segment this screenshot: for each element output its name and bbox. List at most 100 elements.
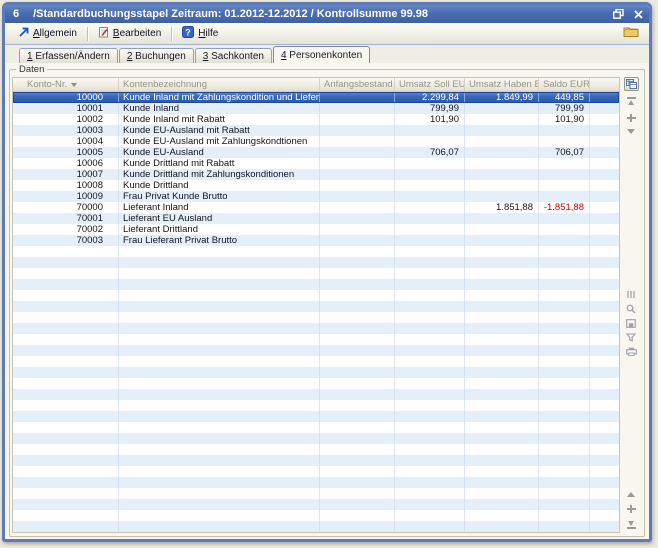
table-row[interactable]: 70000Lieferant Inland1.851,88-1.851,88 xyxy=(13,202,619,213)
column-header-saldo[interactable]: Saldo EUR xyxy=(539,78,590,91)
cell-soll xyxy=(395,312,465,323)
hilfe-label: Hilfe xyxy=(198,28,218,39)
table-row-empty xyxy=(13,389,619,400)
cell-anfangsbestand xyxy=(320,290,395,301)
cell-filler xyxy=(590,257,619,268)
column-header-anfangsbestand[interactable]: Anfangsbestand EUR xyxy=(320,78,395,91)
filter-icon[interactable] xyxy=(71,83,77,87)
cell-bezeichnung: Kunde Inland mit Zahlungskondition und L… xyxy=(119,92,320,103)
table-row[interactable]: 70002Lieferant Drittland xyxy=(13,224,619,235)
cell-soll xyxy=(395,356,465,367)
column-header-bezeichnung[interactable]: Kontenbezeichnung xyxy=(119,78,320,91)
column-header-haben[interactable]: Umsatz Haben EUR xyxy=(465,78,539,91)
table-row[interactable]: 10009Frau Privat Kunde Brutto xyxy=(13,191,619,202)
save-icon[interactable] xyxy=(626,319,636,328)
cell-bezeichnung xyxy=(119,323,320,334)
cell-haben xyxy=(465,114,539,125)
hilfe-button[interactable]: ? Hilfe xyxy=(175,23,225,44)
column-header-label: Umsatz Haben EUR xyxy=(469,78,539,91)
cell-saldo: 706,07 xyxy=(539,147,590,158)
window-title: /Standardbuchungsstapel Zeitraum: 01.201… xyxy=(33,8,611,20)
tab-erfassen-aendern[interactable]: 1 Erfassen/Ändern xyxy=(19,48,118,63)
cell-filler xyxy=(590,477,619,488)
cell-bezeichnung: Kunde Drittland xyxy=(119,180,320,191)
cell-bezeichnung xyxy=(119,334,320,345)
scroll-nav-top xyxy=(626,97,637,134)
table-row-empty xyxy=(13,323,619,334)
cell-konto xyxy=(13,455,119,466)
print-icon[interactable] xyxy=(626,347,637,356)
cell-konto xyxy=(13,521,119,532)
cell-saldo xyxy=(539,268,590,279)
cell-anfangsbestand xyxy=(320,103,395,114)
cell-saldo xyxy=(539,290,590,301)
column-chooser-button[interactable] xyxy=(624,77,639,91)
cell-konto xyxy=(13,433,119,444)
cell-saldo xyxy=(539,466,590,477)
table-row-empty xyxy=(13,257,619,268)
column-header-soll[interactable]: Umsatz Soll EUR xyxy=(395,78,465,91)
table-row-empty xyxy=(13,422,619,433)
cell-bezeichnung xyxy=(119,488,320,499)
cell-soll xyxy=(395,389,465,400)
cell-haben xyxy=(465,499,539,510)
close-icon[interactable] xyxy=(631,8,645,21)
folder-icon[interactable] xyxy=(623,25,639,43)
cell-saldo xyxy=(539,488,590,499)
table-row[interactable]: 10000Kunde Inland mit Zahlungskondition … xyxy=(13,92,619,103)
table-row[interactable]: 10007Kunde Drittland mit Zahlungskonditi… xyxy=(13,169,619,180)
search-icon[interactable] xyxy=(626,304,636,314)
groupbox-label: Daten xyxy=(16,64,47,75)
cell-haben xyxy=(465,180,539,191)
tab-personenkonten[interactable]: 4 Personenkonten xyxy=(273,46,370,63)
cell-konto: 10008 xyxy=(13,180,119,191)
scroll-up-icon[interactable] xyxy=(626,113,637,122)
scroll-to-bottom-icon[interactable] xyxy=(626,520,637,529)
scroll-up-bottom-icon[interactable] xyxy=(627,492,635,497)
cell-filler xyxy=(590,301,619,312)
scroll-down-icon[interactable] xyxy=(627,129,635,134)
table-row[interactable]: 10001Kunde Inland799,99799,99 xyxy=(13,103,619,114)
cell-soll xyxy=(395,367,465,378)
filter-icon[interactable] xyxy=(626,333,636,342)
tab-bar: 1 Erfassen/Ändern 2 Buchungen 3 Sachkont… xyxy=(5,45,649,63)
table-row[interactable]: 10008Kunde Drittland xyxy=(13,180,619,191)
cell-anfangsbestand xyxy=(320,444,395,455)
cell-haben xyxy=(465,224,539,235)
tab-buchungen[interactable]: 2 Buchungen xyxy=(119,48,194,63)
cell-filler xyxy=(590,521,619,532)
cell-saldo xyxy=(539,356,590,367)
cell-soll xyxy=(395,268,465,279)
cell-filler xyxy=(590,147,619,158)
cell-konto xyxy=(13,290,119,301)
table-row[interactable]: 10002Kunde Inland mit Rabatt101,90101,90 xyxy=(13,114,619,125)
cell-saldo xyxy=(539,169,590,180)
tab-sachkonten[interactable]: 3 Sachkonten xyxy=(195,48,272,63)
table-row[interactable]: 10004Kunde EU-Ausland mit Zahlungskondti… xyxy=(13,136,619,147)
accounts-grid-wrap: Konto-Nr.KontenbezeichnungAnfangsbestand… xyxy=(12,77,642,533)
cell-soll xyxy=(395,411,465,422)
table-row[interactable]: 70001Lieferant EU Ausland xyxy=(13,213,619,224)
cell-anfangsbestand xyxy=(320,125,395,136)
column-header-konto[interactable]: Konto-Nr. xyxy=(13,78,119,91)
table-row[interactable]: 10005Kunde EU-Ausland706,07706,07 xyxy=(13,147,619,158)
allgemein-button[interactable]: Allgemein xyxy=(11,24,84,44)
scroll-to-top-icon[interactable] xyxy=(626,97,637,106)
restore-icon[interactable] xyxy=(611,8,625,21)
help-icon: ? xyxy=(182,26,194,41)
cell-saldo xyxy=(539,334,590,345)
cell-konto xyxy=(13,323,119,334)
cell-haben xyxy=(465,356,539,367)
scroll-down-bottom-icon[interactable] xyxy=(626,504,637,513)
cell-anfangsbestand xyxy=(320,510,395,521)
cell-bezeichnung xyxy=(119,499,320,510)
cell-konto: 10009 xyxy=(13,191,119,202)
table-row[interactable]: 10003Kunde EU-Ausland mit Rabatt xyxy=(13,125,619,136)
cell-anfangsbestand xyxy=(320,466,395,477)
grid-tool-cluster xyxy=(626,290,637,356)
grip-icon[interactable] xyxy=(626,290,636,299)
table-row[interactable]: 70003Frau Lieferant Privat Brutto xyxy=(13,235,619,246)
cell-anfangsbestand xyxy=(320,389,395,400)
table-row[interactable]: 10006Kunde Drittland mit Rabatt xyxy=(13,158,619,169)
bearbeiten-button[interactable]: Bearbeiten xyxy=(91,23,168,44)
